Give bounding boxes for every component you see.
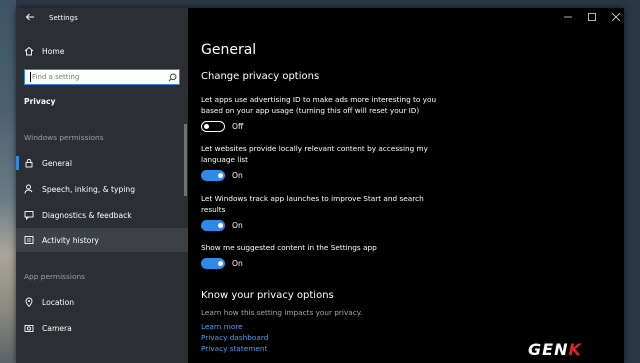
minimize-icon[interactable] xyxy=(558,12,578,26)
advertising-id-state: Off xyxy=(232,122,244,131)
advertising-id-toggle[interactable] xyxy=(201,121,225,132)
sidebar-item-home[interactable]: Home xyxy=(16,39,188,63)
toggle-knob xyxy=(218,223,223,228)
sidebar-item-label: General xyxy=(42,158,72,168)
page-title: General xyxy=(201,42,257,58)
close-icon[interactable] xyxy=(606,12,624,26)
learn-more-link[interactable]: Learn more xyxy=(201,322,243,331)
search-placeholder: Find a setting xyxy=(32,73,80,81)
person-icon xyxy=(16,184,42,194)
logo-text-accent: K xyxy=(568,339,582,359)
sidebar-item-speech[interactable]: Speech, inking, & typing xyxy=(16,177,188,201)
track-launches-toggle[interactable] xyxy=(201,220,225,231)
title-bar: Settings xyxy=(16,8,188,30)
sidebar-item-general[interactable]: General xyxy=(16,151,188,175)
language-list-toggle[interactable] xyxy=(201,170,225,181)
option-track-launches-text: Let Windows track app launches to improv… xyxy=(201,194,424,214)
sidebar-item-activity-history[interactable]: Activity history xyxy=(16,228,188,252)
app-permissions-header: App permissions xyxy=(24,272,85,281)
suggested-content-toggle[interactable] xyxy=(201,258,225,269)
windows-permissions-header: Windows permissions xyxy=(24,133,104,142)
search-input[interactable]: Find a setting xyxy=(24,69,180,85)
activity-icon xyxy=(16,235,42,245)
search-icon[interactable] xyxy=(165,70,179,84)
settings-window: Settings Home Find a setting Privacy Win… xyxy=(16,8,624,363)
sidebar-item-label: Home xyxy=(42,46,65,56)
track-launches-state: On xyxy=(232,221,243,230)
text-cursor xyxy=(30,72,31,82)
lock-icon xyxy=(16,158,42,168)
suggested-content-state: On xyxy=(232,259,243,268)
know-privacy-description: Learn how this setting impacts your priv… xyxy=(201,308,363,317)
language-list-state: On xyxy=(232,171,243,180)
main-content: General Change privacy options Let apps … xyxy=(188,8,624,363)
sidebar-item-label: Location xyxy=(42,297,75,307)
desktop-wallpaper xyxy=(0,0,16,363)
sidebar-item-location[interactable]: Location xyxy=(16,290,188,314)
sidebar-item-label: Activity history xyxy=(42,235,99,245)
maximize-icon[interactable] xyxy=(582,12,602,26)
sidebar-item-label: Camera xyxy=(42,323,72,333)
option-language-list-text: Let websites provide locally relevant co… xyxy=(201,144,428,164)
camera-icon xyxy=(16,323,42,333)
toggle-knob xyxy=(204,124,209,129)
location-icon xyxy=(16,297,42,307)
privacy-dashboard-link[interactable]: Privacy dashboard xyxy=(201,333,268,342)
toggle-knob xyxy=(218,261,223,266)
toggle-knob xyxy=(218,173,223,178)
sidebar-item-diagnostics[interactable]: Diagnostics & feedback xyxy=(16,203,188,227)
know-privacy-title: Know your privacy options xyxy=(201,290,334,301)
privacy-statement-link[interactable]: Privacy statement xyxy=(201,344,267,353)
genk-logo: GEN K xyxy=(528,339,582,359)
sidebar-item-label: Diagnostics & feedback xyxy=(42,210,132,220)
sidebar-item-camera[interactable]: Camera xyxy=(16,316,188,340)
sidebar: Settings Home Find a setting Privacy Win… xyxy=(16,8,188,363)
logo-text: GEN xyxy=(528,339,569,359)
sidebar-item-label: Speech, inking, & typing xyxy=(42,184,136,194)
back-arrow-icon[interactable] xyxy=(22,12,38,26)
home-icon xyxy=(16,46,42,56)
category-title: Privacy xyxy=(24,97,56,106)
feedback-icon xyxy=(16,210,42,220)
window-title: Settings xyxy=(49,14,78,22)
option-suggested-content-text: Show me suggested content in the Setting… xyxy=(201,243,377,252)
section-title: Change privacy options xyxy=(201,71,320,82)
option-advertising-id-text: Let apps use advertising ID to make ads … xyxy=(201,95,437,115)
